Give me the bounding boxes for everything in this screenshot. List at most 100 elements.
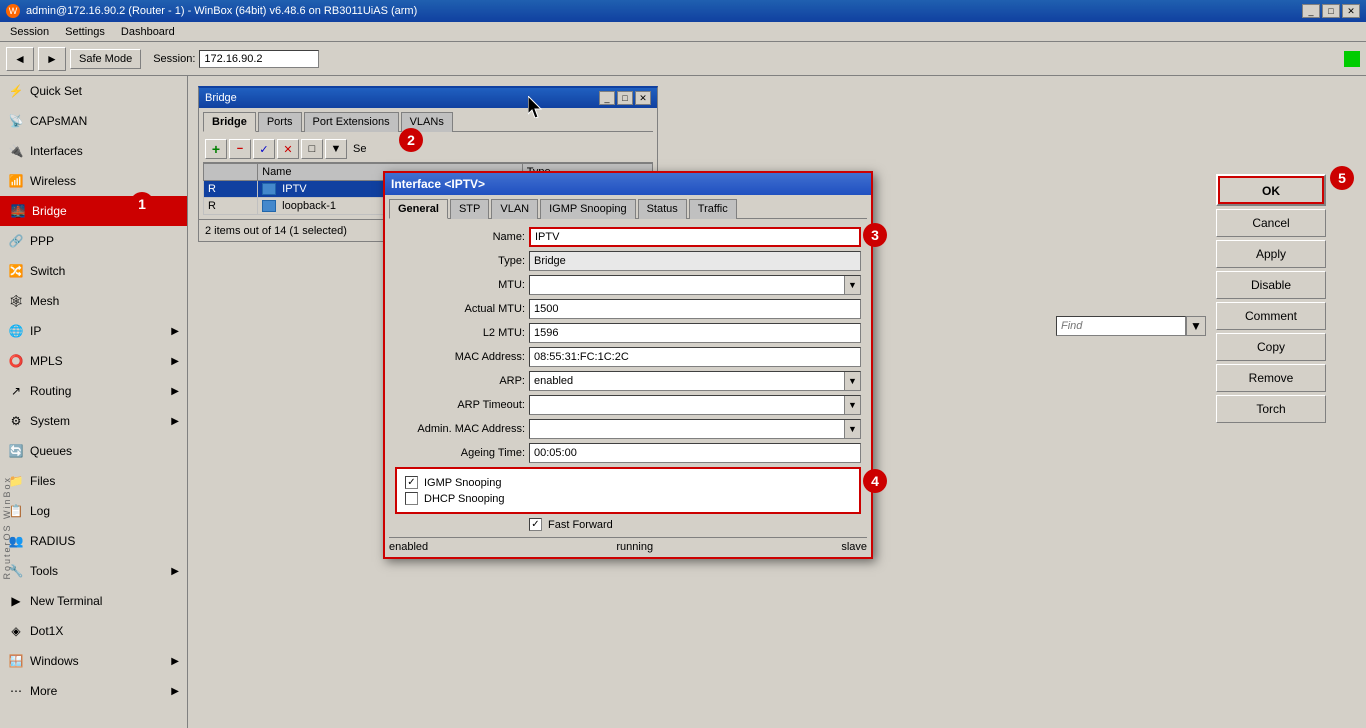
sidebar-item-log[interactable]: 📋 Log [0, 496, 187, 526]
mtu-dropdown-arrow[interactable]: ▼ [844, 276, 860, 294]
sidebar-label-wireless: Wireless [30, 174, 76, 188]
bridge-minimize-btn[interactable]: _ [599, 91, 615, 105]
sidebar-item-more[interactable]: ⋯ More ▶ [0, 676, 187, 706]
sidebar-item-switch[interactable]: 🔀 Switch [0, 256, 187, 286]
comment-button[interactable]: Comment [1216, 302, 1326, 330]
sidebar-item-windows[interactable]: 🪟 Windows ▶ [0, 646, 187, 676]
maximize-button[interactable]: □ [1322, 4, 1340, 18]
remove-row-button[interactable]: − [229, 139, 251, 159]
arp-select[interactable]: enabled ▼ [529, 371, 861, 391]
admin-mac-select[interactable]: ▼ [529, 419, 861, 439]
interface-tab-bar: General STP VLAN IGMP Snooping Status Tr… [389, 199, 867, 219]
menu-settings[interactable]: Settings [59, 24, 111, 40]
sidebar-item-ppp[interactable]: 🔗 PPP [0, 226, 187, 256]
ok-button[interactable]: OK [1218, 176, 1324, 204]
sidebar-item-new-terminal[interactable]: ▶ New Terminal [0, 586, 187, 616]
interface-tab-general[interactable]: General [389, 199, 448, 219]
interface-tab-vlan[interactable]: VLAN [491, 199, 538, 219]
find-dropdown-arrow[interactable]: ▼ [1186, 316, 1206, 336]
name-input[interactable] [529, 227, 861, 247]
sidebar-label-bridge: Bridge [32, 204, 67, 218]
actual-mtu-input[interactable] [529, 299, 861, 319]
arp-label: ARP: [395, 375, 525, 387]
sidebar-item-dot1x[interactable]: ◈ Dot1X [0, 616, 187, 646]
minimize-button[interactable]: _ [1302, 4, 1320, 18]
igmp-snooping-checkbox[interactable] [405, 476, 418, 489]
disable-row-button[interactable]: ✕ [277, 139, 299, 159]
mtu-row: MTU: ▼ [395, 275, 861, 295]
sidebar-item-interfaces[interactable]: 🔌 Interfaces [0, 136, 187, 166]
arp-timeout-arrow[interactable]: ▼ [844, 396, 860, 414]
fast-forward-checkbox[interactable] [529, 518, 542, 531]
ppp-icon: 🔗 [8, 233, 24, 249]
sidebar-label-radius: RADIUS [30, 534, 75, 548]
cancel-button[interactable]: Cancel [1216, 209, 1326, 237]
arp-dropdown-arrow[interactable]: ▼ [844, 372, 860, 390]
interface-tab-traffic[interactable]: Traffic [689, 199, 737, 219]
dhcp-snooping-row: DHCP Snooping [405, 492, 845, 505]
admin-mac-arrow[interactable]: ▼ [844, 420, 860, 438]
sidebar-label-mpls: MPLS [30, 354, 63, 368]
sidebar-item-routing[interactable]: ↗ Routing ▶ [0, 376, 187, 406]
add-row-button[interactable]: + [205, 139, 227, 159]
admin-mac-row: Admin. MAC Address: ▼ [395, 419, 861, 439]
mtu-select[interactable]: ▼ [529, 275, 861, 295]
remove-button[interactable]: Remove [1216, 364, 1326, 392]
sidebar-item-ip[interactable]: 🌐 IP ▶ [0, 316, 187, 346]
ageing-time-input[interactable] [529, 443, 861, 463]
sidebar-item-files[interactable]: 📁 Files [0, 466, 187, 496]
interface-tab-stp[interactable]: STP [450, 199, 489, 219]
safe-mode-button[interactable]: Safe Mode [70, 49, 141, 69]
interface-tab-igmp-snooping[interactable]: IGMP Snooping [540, 199, 635, 219]
mac-address-input[interactable] [529, 347, 861, 367]
bridge-tab-port-extensions[interactable]: Port Extensions [304, 112, 399, 132]
dhcp-snooping-checkbox[interactable] [405, 492, 418, 505]
sidebar-item-capsman[interactable]: 📡 CAPsMAN [0, 106, 187, 136]
comment-row-button[interactable]: □ [301, 139, 323, 159]
bridge-status-text: 2 items out of 14 (1 selected) [205, 225, 347, 237]
back-button[interactable]: ◄ [6, 47, 34, 71]
title-bar-controls[interactable]: _ □ ✕ [1302, 4, 1360, 18]
torch-button[interactable]: Torch [1216, 395, 1326, 423]
bridge-table-toolbar: + − ✓ ✕ □ ▼ Se [203, 136, 653, 163]
mtu-label: MTU: [395, 279, 525, 291]
bridge-maximize-btn[interactable]: □ [617, 91, 633, 105]
filter-button[interactable]: ▼ [325, 139, 347, 159]
actual-mtu-label: Actual MTU: [395, 303, 525, 315]
interface-dialog-titlebar: Interface <IPTV> [385, 173, 871, 195]
close-button[interactable]: ✕ [1342, 4, 1360, 18]
sidebar-item-bridge[interactable]: 🌉 Bridge [0, 196, 187, 226]
menu-session[interactable]: Session [4, 24, 55, 40]
sidebar-item-radius[interactable]: 👥 RADIUS [0, 526, 187, 556]
menu-dashboard[interactable]: Dashboard [115, 24, 181, 40]
bridge-tab-bridge[interactable]: Bridge [203, 112, 256, 132]
arp-timeout-select[interactable]: ▼ [529, 395, 861, 415]
menu-bar: Session Settings Dashboard [0, 22, 1366, 42]
sidebar-item-mpls[interactable]: ⭕ MPLS ▶ [0, 346, 187, 376]
find-input[interactable] [1056, 316, 1186, 336]
sidebar-label-quick-set: Quick Set [30, 84, 82, 98]
sidebar-item-queues[interactable]: 🔄 Queues [0, 436, 187, 466]
sidebar-item-tools[interactable]: 🔧 Tools ▶ [0, 556, 187, 586]
bridge-close-btn[interactable]: ✕ [635, 91, 651, 105]
bridge-tab-ports[interactable]: Ports [258, 112, 302, 132]
disable-button[interactable]: Disable [1216, 271, 1326, 299]
igmp-snooping-label: IGMP Snooping [424, 477, 501, 489]
session-input[interactable] [199, 50, 319, 68]
sidebar-item-system[interactable]: ⚙ System ▶ [0, 406, 187, 436]
copy-button[interactable]: Copy [1216, 333, 1326, 361]
status-running: running [432, 541, 837, 553]
l2-mtu-input[interactable] [529, 323, 861, 343]
bridge-window-controls[interactable]: _ □ ✕ [599, 91, 651, 105]
sidebar-item-quick-set[interactable]: ⚡ Quick Set [0, 76, 187, 106]
interface-tab-status[interactable]: Status [638, 199, 687, 219]
sidebar-item-mesh[interactable]: 🕸 Mesh [0, 286, 187, 316]
ageing-time-label: Ageing Time: [395, 447, 525, 459]
arp-row: ARP: enabled ▼ [395, 371, 861, 391]
find-field-area: ▼ [1056, 316, 1206, 336]
enable-row-button[interactable]: ✓ [253, 139, 275, 159]
sidebar-label-ip: IP [30, 324, 41, 338]
apply-button[interactable]: Apply [1216, 240, 1326, 268]
forward-button[interactable]: ► [38, 47, 66, 71]
sidebar-item-wireless[interactable]: 📶 Wireless [0, 166, 187, 196]
